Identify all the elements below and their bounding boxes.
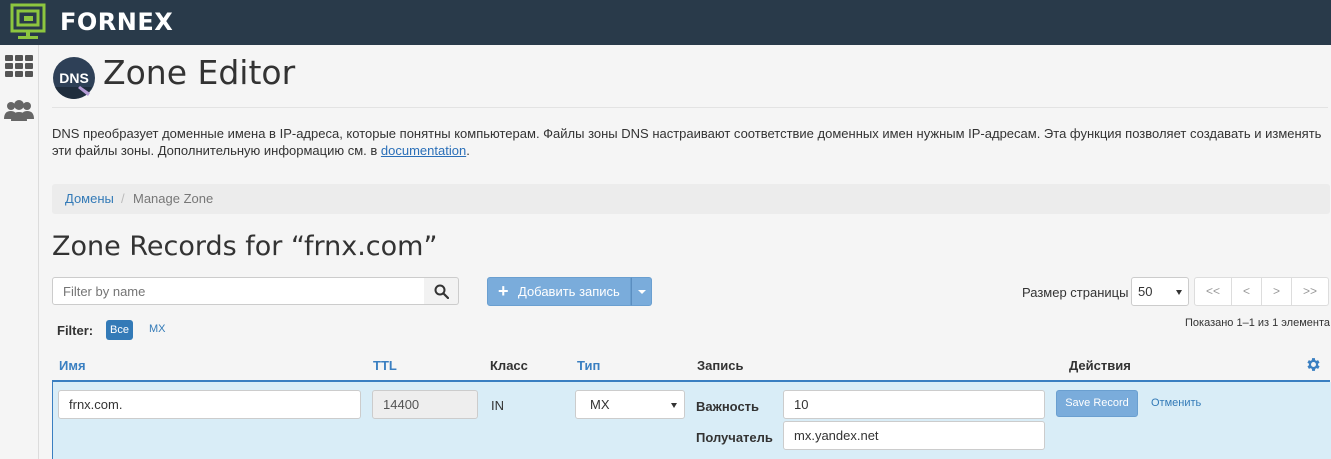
page-size-label: Размер страницы: [1022, 285, 1129, 300]
search-icon: [434, 284, 449, 299]
caret-down-icon: [671, 403, 677, 408]
dns-logo-icon: DNS: [53, 57, 95, 100]
target-input[interactable]: mx.yandex.net: [783, 421, 1045, 450]
breadcrumb: Домены / Manage Zone: [52, 184, 1330, 214]
search-button[interactable]: [424, 277, 459, 305]
caret-down-icon: [1176, 290, 1182, 295]
column-header-actions: Действия: [1069, 358, 1131, 373]
record-type-select[interactable]: MX: [575, 390, 685, 419]
description-end: .: [466, 143, 470, 158]
edit-record-row: frnx.com. 14400 IN MX Важность 10 Получа…: [52, 382, 1331, 459]
save-record-button[interactable]: Save Record: [1056, 390, 1138, 417]
priority-label: Важность: [696, 399, 760, 414]
record-type-value: MX: [590, 397, 610, 412]
column-header-name[interactable]: Имя: [59, 358, 86, 373]
breadcrumb-current: Manage Zone: [133, 191, 214, 206]
record-class-text: IN: [491, 398, 504, 413]
add-record-label: Добавить запись: [518, 284, 620, 299]
users-icon[interactable]: [4, 97, 34, 125]
filter-all-button[interactable]: Все: [106, 320, 133, 340]
filter-by-name-input[interactable]: [52, 277, 425, 305]
column-header-class: Класс: [490, 358, 528, 373]
filter-label: Filter:: [57, 323, 94, 338]
pager-last-button[interactable]: >>: [1291, 277, 1329, 306]
record-ttl-input[interactable]: 14400: [372, 390, 478, 419]
title-divider: [52, 107, 1328, 108]
page-size-value: 50: [1138, 284, 1153, 299]
zone-records-title: Zone Records for “frnx.com”: [52, 231, 438, 262]
record-name-input[interactable]: frnx.com.: [58, 390, 361, 419]
page-title: Zone Editor: [103, 53, 296, 92]
column-header-record: Запись: [697, 358, 744, 373]
pager-first-button[interactable]: <<: [1194, 277, 1232, 306]
fornex-logo-icon: [10, 3, 46, 39]
grid-icon[interactable]: [4, 53, 34, 81]
dns-logo-text: DNS: [59, 70, 89, 86]
breadcrumb-domains-link[interactable]: Домены: [65, 184, 114, 214]
breadcrumb-separator: /: [121, 191, 125, 206]
priority-input[interactable]: 10: [783, 390, 1045, 419]
page-size-select[interactable]: 50: [1131, 277, 1189, 306]
items-shown-text: Показано 1–1 из 1 элемента: [1185, 317, 1331, 329]
sidebar: [0, 45, 39, 459]
add-record-dropdown-toggle[interactable]: [631, 277, 652, 306]
documentation-link[interactable]: documentation: [381, 143, 466, 158]
cancel-link[interactable]: Отменить: [1151, 397, 1201, 409]
gear-icon[interactable]: [1305, 356, 1322, 373]
plus-icon: +: [498, 281, 509, 301]
column-header-ttl[interactable]: TTL: [373, 358, 397, 373]
caret-down-icon: [638, 290, 646, 294]
target-label: Получатель: [696, 430, 773, 445]
top-bar: FORNEX: [0, 0, 1331, 45]
column-header-type[interactable]: Тип: [577, 358, 600, 373]
brand-name: FORNEX: [60, 8, 174, 36]
page-description: DNS преобразует доменные имена в IP-адре…: [52, 125, 1328, 159]
filter-mx-button[interactable]: MX: [149, 323, 166, 335]
pager-next-button[interactable]: >: [1261, 277, 1292, 306]
description-text: DNS преобразует доменные имена в IP-адре…: [52, 126, 1322, 158]
add-record-button[interactable]: + Добавить запись: [487, 277, 631, 306]
main-content: DNS Zone Editor DNS преобразует доменные…: [39, 45, 1331, 459]
pager-prev-button[interactable]: <: [1231, 277, 1262, 306]
